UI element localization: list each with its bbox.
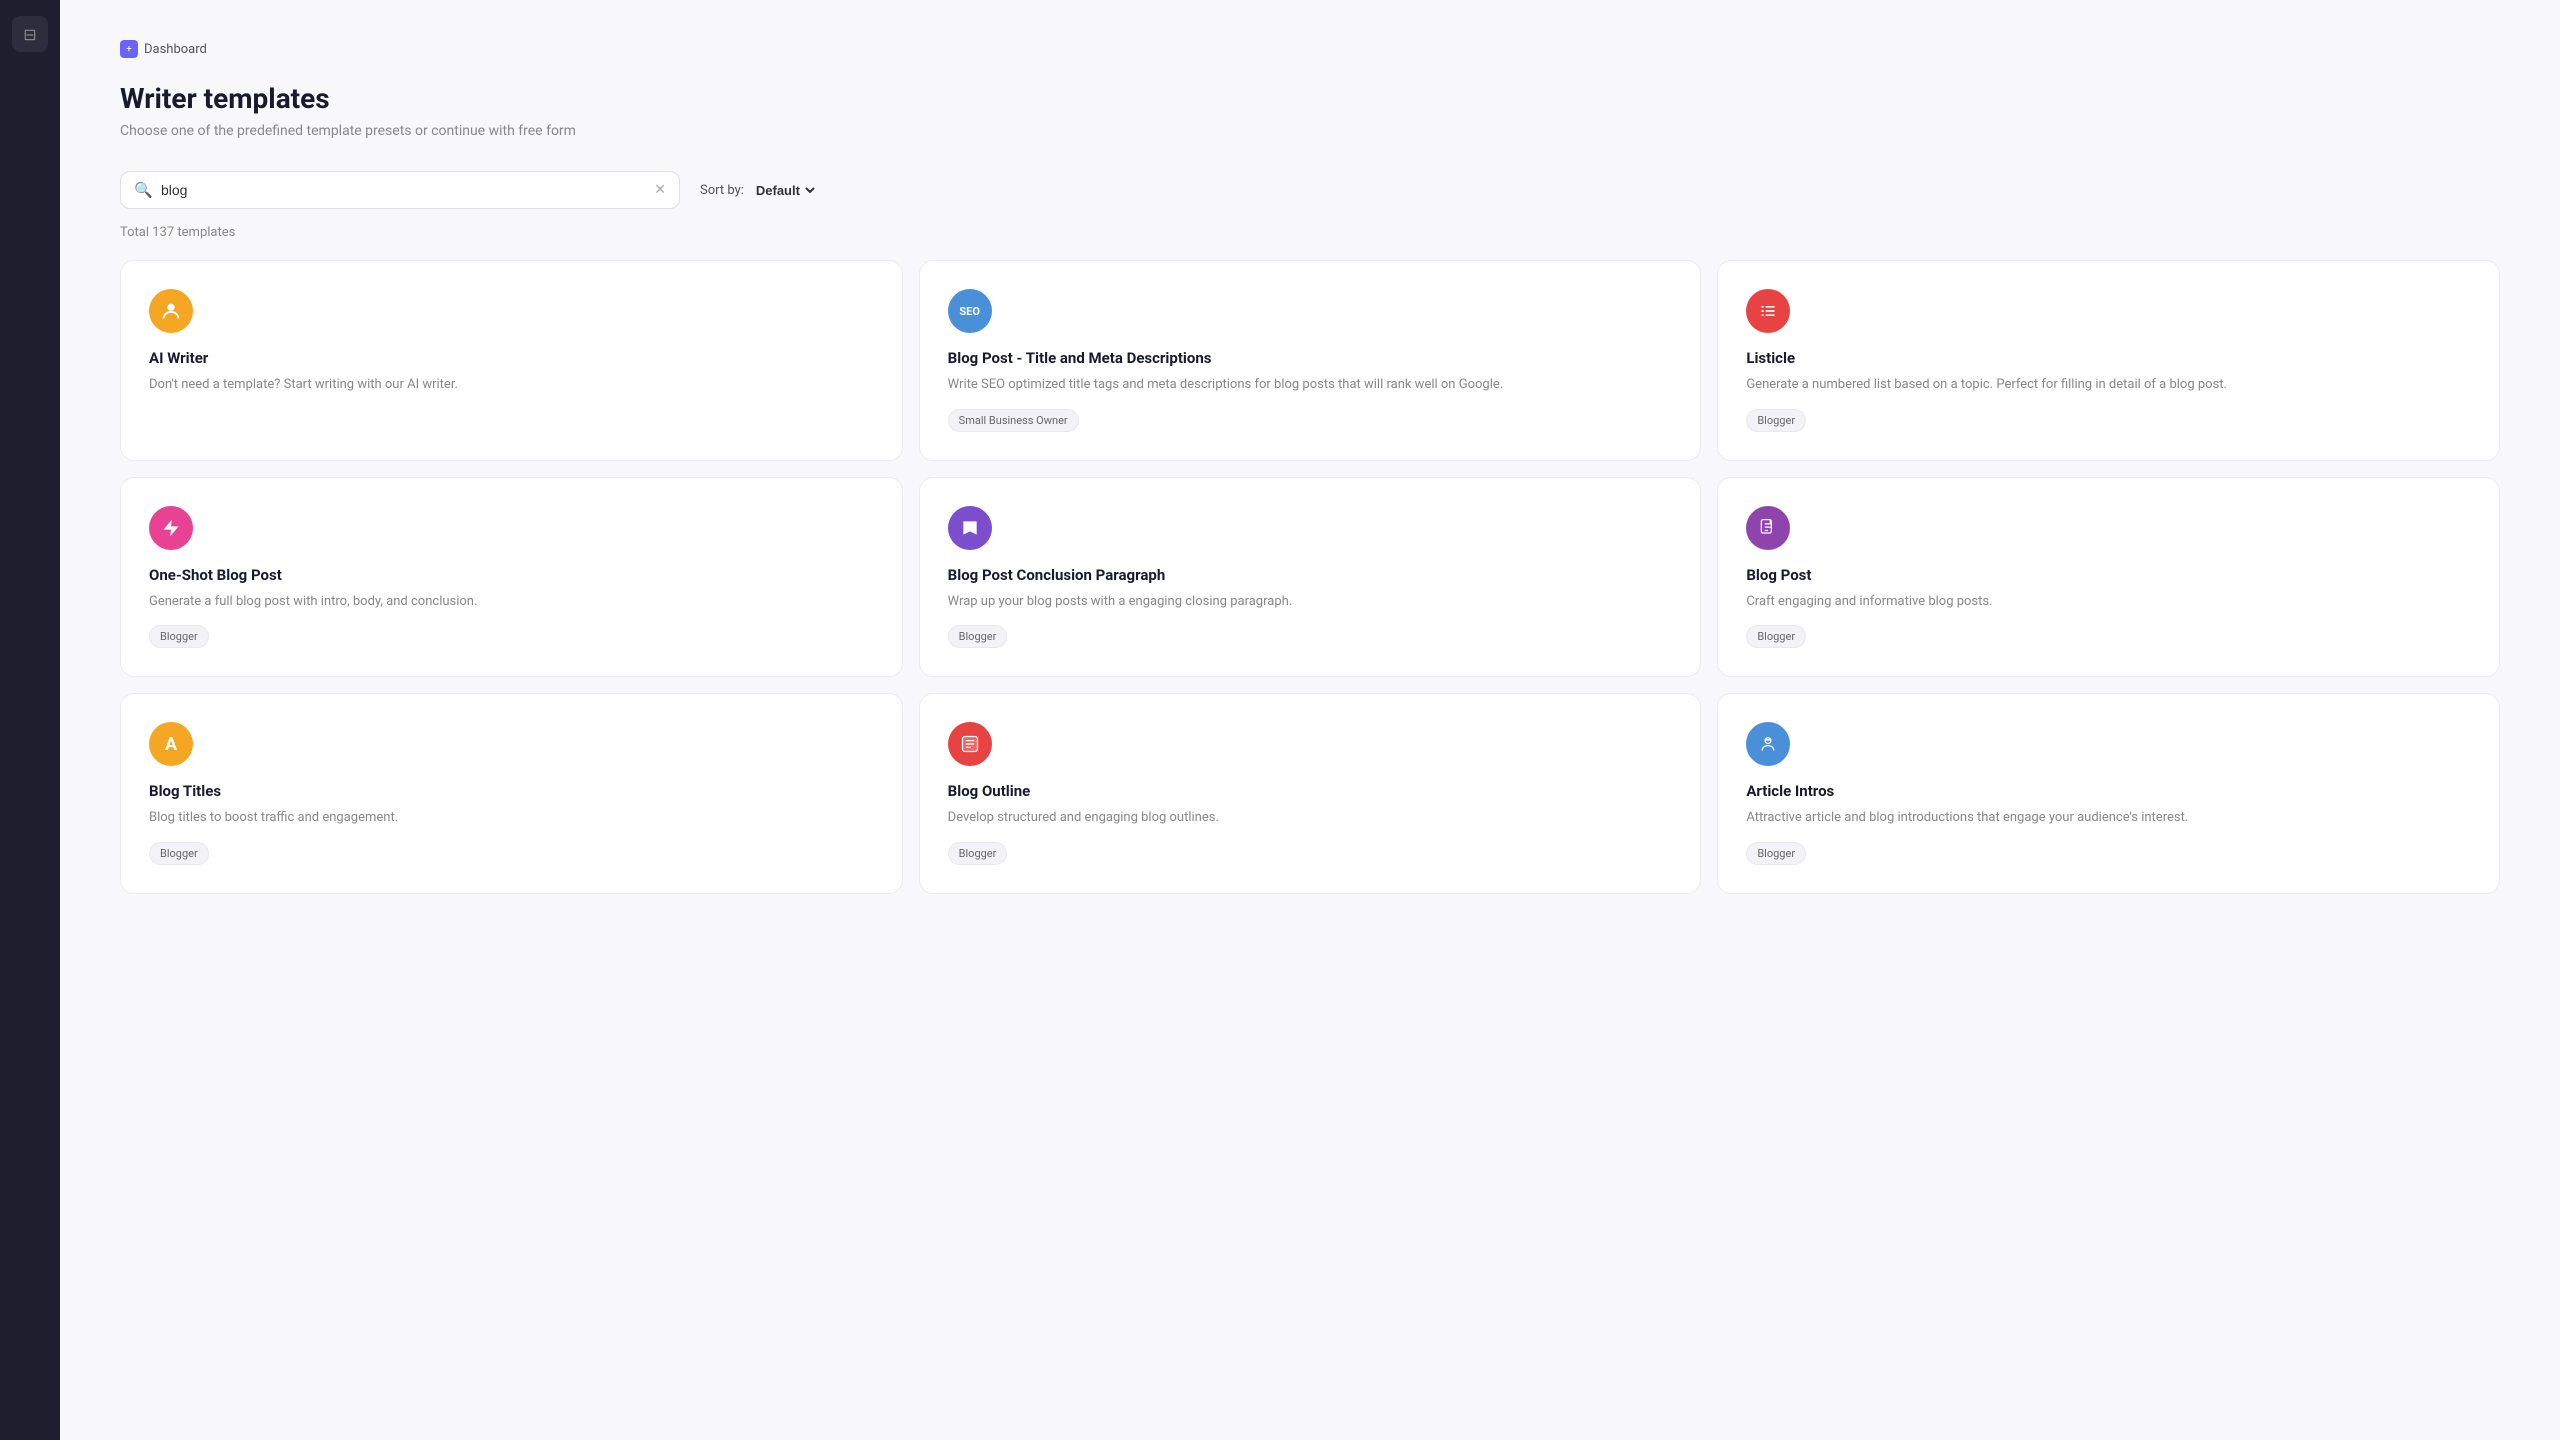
template-tags: Blogger (149, 625, 874, 648)
template-tags: Blogger (1746, 409, 2471, 432)
template-tag[interactable]: Blogger (149, 625, 209, 648)
search-clear-button[interactable]: ✕ (654, 183, 666, 197)
template-icon (149, 289, 193, 333)
template-icon (948, 722, 992, 766)
total-count: Total 137 templates (120, 225, 2500, 240)
template-tag[interactable]: Blogger (948, 842, 1008, 865)
template-icon (1746, 289, 1790, 333)
template-card[interactable]: AI Writer Don't need a template? Start wr… (120, 260, 903, 461)
template-tags: Blogger (1746, 842, 2471, 865)
search-container: 🔍 ✕ (120, 171, 680, 209)
template-card[interactable]: Listicle Generate a numbered list based o… (1717, 260, 2500, 461)
template-tags: Blogger (1746, 625, 2471, 648)
template-card[interactable]: One-Shot Blog Post Generate a full blog p… (120, 477, 903, 678)
breadcrumb-icon: + (120, 40, 138, 58)
sidebar-toggle-icon: ⊟ (23, 25, 36, 44)
template-description: Generate a full blog post with intro, bo… (149, 592, 874, 612)
template-description: Wrap up your blog posts with a engaging … (948, 592, 1673, 612)
template-name: Blog Post - Title and Meta Descriptions (948, 349, 1673, 367)
template-card[interactable]: Blog Post Conclusion Paragraph Wrap up yo… (919, 477, 1702, 678)
template-tag[interactable]: Blogger (948, 625, 1008, 648)
main-content: + Dashboard Writer templates Choose one … (60, 0, 2560, 1440)
sort-label: Sort by: (700, 183, 744, 198)
template-tag[interactable]: Blogger (149, 842, 209, 865)
sidebar-toggle-button[interactable]: ⊟ (12, 16, 48, 52)
template-icon: A (149, 722, 193, 766)
template-description: Craft engaging and informative blog post… (1746, 592, 2471, 612)
breadcrumb: + Dashboard (120, 40, 2500, 58)
template-tags: Blogger (948, 842, 1673, 865)
template-tag[interactable]: Small Business Owner (948, 409, 1079, 432)
sort-select[interactable]: Default A-Z Newest (752, 182, 818, 199)
templates-grid: AI Writer Don't need a template? Start wr… (120, 260, 2500, 894)
template-name: Blog Titles (149, 782, 874, 800)
template-card[interactable]: Article Intros Attractive article and blo… (1717, 693, 2500, 894)
template-icon (1746, 506, 1790, 550)
template-icon (1746, 722, 1790, 766)
page-subtitle: Choose one of the predefined template pr… (120, 123, 2500, 139)
sort-container: Sort by: Default A-Z Newest (700, 182, 818, 199)
template-icon: SEO (948, 289, 992, 333)
template-name: Blog Outline (948, 782, 1673, 800)
template-description: Don't need a template? Start writing wit… (149, 375, 874, 432)
template-name: AI Writer (149, 349, 874, 367)
template-name: Article Intros (1746, 782, 2471, 800)
template-card[interactable]: Blog Post Craft engaging and informative … (1717, 477, 2500, 678)
template-description: Write SEO optimized title tags and meta … (948, 375, 1673, 395)
template-tag[interactable]: Blogger (1746, 625, 1806, 648)
template-card[interactable]: A Blog Titles Blog titles to boost traffic… (120, 693, 903, 894)
sidebar: ⊟ (0, 0, 60, 1440)
template-name: One-Shot Blog Post (149, 566, 874, 584)
template-card[interactable]: Blog Outline Develop structured and engag… (919, 693, 1702, 894)
template-tag[interactable]: Blogger (1746, 409, 1806, 432)
template-description: Attractive article and blog introduction… (1746, 808, 2471, 828)
template-description: Blog titles to boost traffic and engagem… (149, 808, 874, 828)
template-icon (948, 506, 992, 550)
template-name: Listicle (1746, 349, 2471, 367)
template-card[interactable]: SEO Blog Post - Title and Meta Descriptio… (919, 260, 1702, 461)
template-name: Blog Post Conclusion Paragraph (948, 566, 1673, 584)
search-input[interactable] (120, 171, 680, 209)
template-tags: Blogger (149, 842, 874, 865)
page-title: Writer templates (120, 82, 2500, 115)
breadcrumb-text[interactable]: Dashboard (144, 42, 207, 57)
search-sort-row: 🔍 ✕ Sort by: Default A-Z Newest (120, 171, 2500, 209)
template-tags: Blogger (948, 625, 1673, 648)
template-icon (149, 506, 193, 550)
search-icon: 🔍 (134, 181, 153, 199)
template-description: Generate a numbered list based on a topi… (1746, 375, 2471, 395)
template-tag[interactable]: Blogger (1746, 842, 1806, 865)
template-tags: Small Business Owner (948, 409, 1673, 432)
template-description: Develop structured and engaging blog out… (948, 808, 1673, 828)
template-name: Blog Post (1746, 566, 2471, 584)
